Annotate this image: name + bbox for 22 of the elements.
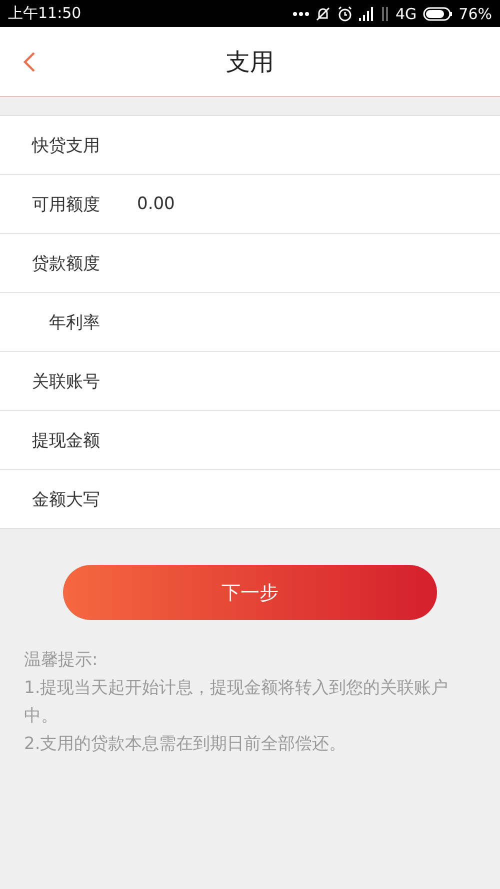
back-icon[interactable]: [22, 51, 36, 73]
field-label: 关联账号: [31, 370, 100, 392]
tip-text: 2.支用的贷款本息需在到期日前全部偿还。: [24, 733, 348, 756]
status-time: 上午11:50: [8, 4, 82, 23]
field-label: 金额大写: [31, 488, 100, 510]
tip-text: 1.提现当天起开始计息，提现金额将转入到您的关联账户中。: [24, 677, 450, 728]
field-label: 可用额度: [31, 194, 100, 216]
field-label: 提现金额: [31, 430, 100, 452]
alarm-icon: [337, 6, 354, 22]
next-button[interactable]: 下一步: [63, 565, 437, 620]
page-title: 支用: [226, 46, 274, 78]
battery-percent: 76%: [458, 4, 492, 22]
tips-title: 温馨提示:: [24, 649, 99, 672]
field-value: 0.00: [137, 194, 175, 214]
signal-icon: [359, 6, 376, 20]
bell-muted-icon: [315, 6, 332, 22]
field-label: 年利率: [48, 312, 100, 334]
more-icon: [293, 12, 310, 16]
field-label: 贷款额度: [31, 252, 100, 274]
battery-icon: [422, 6, 453, 20]
field-label: 快贷支用: [30, 134, 100, 156]
network-type: 4G: [395, 4, 417, 22]
